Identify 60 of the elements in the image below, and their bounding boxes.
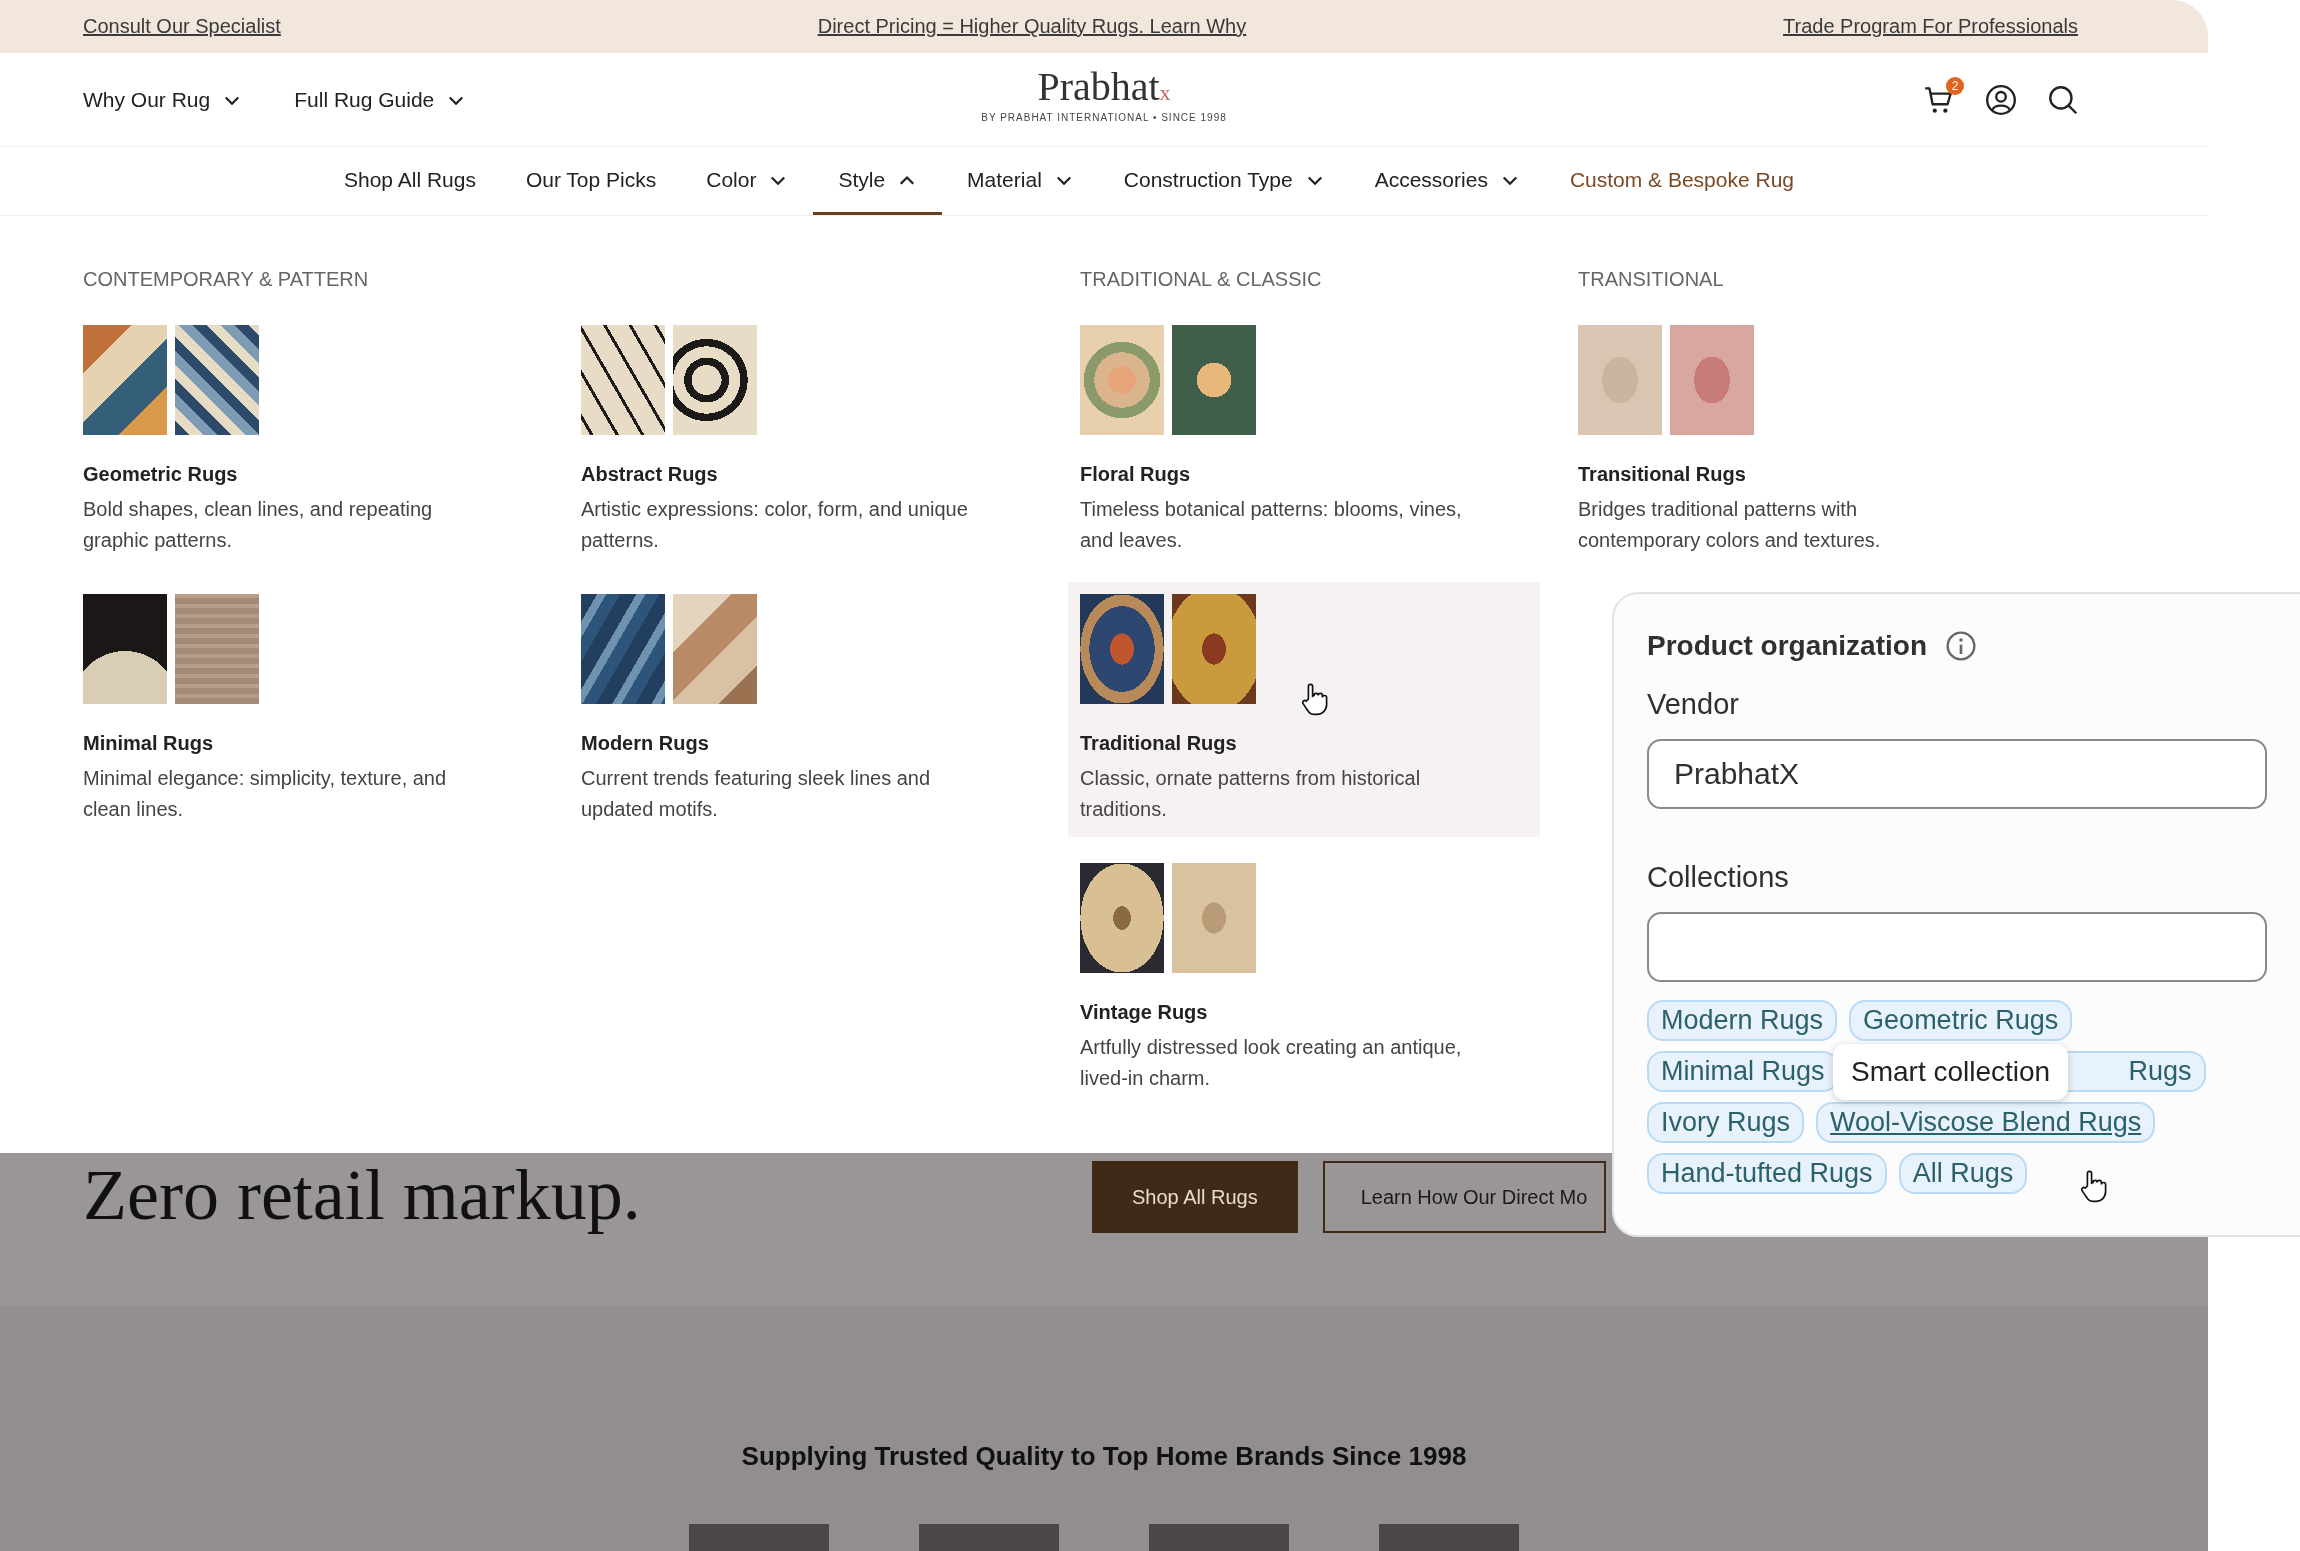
highlighted-menu-item[interactable]: Traditional Rugs Classic, ornate patterns from historical traditions. <box>1068 582 1540 837</box>
category-title[interactable]: Minimal Rugs <box>83 732 531 755</box>
nav-tab[interactable]: Custom & Bespoke Rug <box>1544 147 1819 215</box>
hero-button[interactable]: Learn How Our Direct Mo <box>1322 1161 1606 1233</box>
rug-photo-placeholder[interactable] <box>673 325 757 435</box>
info-icon[interactable] <box>1945 630 1977 662</box>
category-title[interactable]: Vintage Rugs <box>1080 1001 1528 1024</box>
category-description: Current trends featuring sleek lines and updated motifs. <box>581 766 932 822</box>
logo-tagline: BY PRABHAT INTERNATIONAL • SINCE 1998 <box>981 112 1227 123</box>
category-description: Bridges traditional patterns with contemporary colors and textures. <box>1578 497 1882 553</box>
header-menu[interactable]: Why Our Rug <box>83 87 243 112</box>
category-description: Timeless botanical patterns: blooms, vines, and leaves. <box>1080 497 1463 553</box>
category-title[interactable]: Traditional Rugs <box>1080 732 1528 755</box>
category-title[interactable]: Modern Rugs <box>581 732 1029 755</box>
collection-tag[interactable]: Geometric Rugs <box>1849 1000 2073 1041</box>
category-description: Classic, ornate patterns from historical traditions. <box>1080 766 1422 822</box>
rug-photo-placeholder[interactable] <box>581 325 665 435</box>
section-heading: CONTEMPORARY & PATTERN <box>83 268 370 291</box>
category-title[interactable]: Geometric Rugs <box>83 463 531 486</box>
section-heading: TRANSITIONAL <box>1578 268 1725 291</box>
top-bar-link[interactable]: Consult Our Specialist <box>83 15 281 38</box>
category-description: Minimal elegance: simplicity, texture, and clean lines. <box>83 766 448 822</box>
brands-heading: Supplying Trusted Quality to Top Home Brands Since 1998 <box>741 1441 1467 1472</box>
collection-tag[interactable]: Wool-Viscose Blend Rugs <box>1816 1102 2156 1143</box>
hand-cursor-icon <box>2079 1169 2107 1203</box>
hero-button[interactable]: Shop All Rugs <box>1092 1161 1298 1233</box>
hand-cursor-icon <box>1300 682 1328 716</box>
nav-tab[interactable]: Style <box>813 147 943 215</box>
rug-photo-placeholder[interactable] <box>1080 863 1164 973</box>
header-menu[interactable]: Full Rug Guide <box>294 87 467 112</box>
nav-tab[interactable]: Our Top Picks <box>500 147 682 215</box>
cart-count-badge: 2 <box>1946 76 1964 95</box>
category-title[interactable]: Floral Rugs <box>1080 463 1528 486</box>
field-label: Vendor <box>1647 688 1740 721</box>
category-title[interactable]: Transitional Rugs <box>1578 463 2026 486</box>
vendor-input-field[interactable]: PrabhatX <box>1647 739 2267 809</box>
rug-photo-placeholder[interactable] <box>175 325 259 435</box>
collection-tag[interactable]: All Rugs <box>1898 1153 2028 1194</box>
smart-collection-tooltip: Smart collection <box>1833 1044 2069 1100</box>
category-description: Artistic expressions: color, form, and unique patterns. <box>581 497 969 553</box>
rug-photo-placeholder[interactable] <box>83 594 167 704</box>
category-description: Artfully distressed look creating an antique, lived-in charm. <box>1080 1035 1463 1091</box>
collection-tag[interactable]: Modern Rugs <box>1647 1000 1838 1041</box>
collection-tag[interactable]: Ivory Rugs <box>1647 1102 1805 1143</box>
top-bar-link[interactable]: Direct Pricing = Higher Quality Rugs. Learn Why <box>817 15 1247 38</box>
nav-tab[interactable]: Construction Type <box>1098 147 1350 215</box>
collection-tag[interactable]: Hand-tufted Rugs <box>1647 1153 1887 1194</box>
nav-tab[interactable]: Color <box>681 147 814 215</box>
card-title: Product organization <box>1647 630 1927 662</box>
category-description: Bold shapes, clean lines, and repeating graphic patterns. <box>83 497 434 553</box>
nav-tab[interactable]: Shop All Rugs <box>319 147 501 215</box>
account-icon[interactable] <box>1984 82 2018 117</box>
field-label: Collections <box>1647 861 1790 894</box>
logo-wordmark[interactable]: Prabhatx <box>1037 67 1171 107</box>
category-title[interactable]: Abstract Rugs <box>581 463 1029 486</box>
section-heading: TRADITIONAL & CLASSIC <box>1080 268 1323 291</box>
nav-tab[interactable]: Material <box>942 147 1099 215</box>
collections-input-field[interactable] <box>1647 912 2267 982</box>
top-bar-link[interactable]: Trade Program For Professionals <box>1783 15 2078 38</box>
nav-tab[interactable]: Accessories <box>1349 147 1545 215</box>
